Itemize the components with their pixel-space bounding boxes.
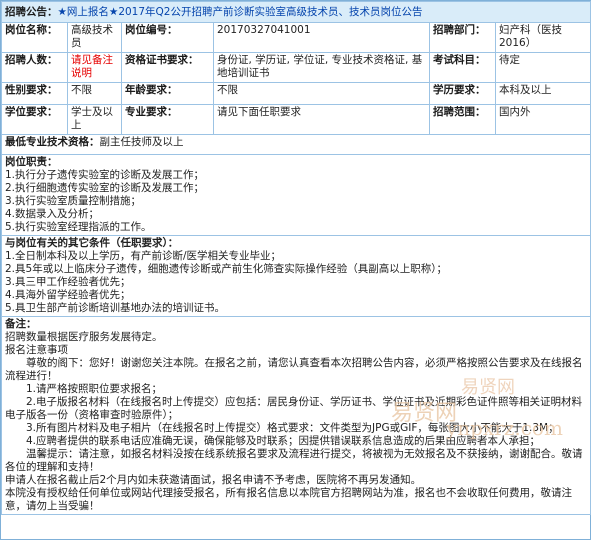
gender-label: 性别要求： (1, 82, 68, 105)
age-label: 年龄要求： (121, 82, 214, 105)
hire-count-label: 招聘人数： (1, 52, 68, 83)
position-name-label: 岗位名称： (1, 22, 68, 53)
row-degree: 学位要求： 学士及以上 专业要求： 请见下面任职要求 招聘范围： 国内外 (1, 104, 591, 135)
major-value: 请见下面任职要求 (213, 104, 430, 135)
requirements-title: 与岗位有关的其它条件（任职要求）： (5, 237, 179, 249)
duty-item: 4.数据录入及分析； (5, 208, 100, 220)
scope-value: 国内外 (495, 104, 591, 135)
watermark-url: ynpxrz.com (446, 416, 563, 440)
department-value: 妇产科（医技2016） (495, 22, 591, 53)
cert-label: 资格证书要求： (121, 52, 214, 83)
note-line: 本院没有授权给任何单位或网站代理接受报名，所有报名信息以本院官方招聘网站为准，报… (5, 487, 572, 512)
announcement-title-link[interactable]: ★网上报名★2017年Q2公开招聘产前诊断实验室高级技术员、技术员岗位公告 (58, 6, 423, 18)
requirement-item: 2.具5年或以上临床分子遗传，细胞遗传诊断或产前生化筛查实际操作经验（具副高以上… (5, 263, 447, 275)
cert-value: 身份证, 学历证, 学位证, 专业技术资格证, 基地培训证书 (213, 52, 430, 83)
age-value: 不限 (213, 82, 430, 105)
watermark-text: 易贤网 (461, 377, 515, 398)
announcement-row: 招聘公告：★网上报名★2017年Q2公开招聘产前诊断实验室高级技术员、技术员岗位… (1, 1, 591, 23)
duty-item: 1.执行分子遗传实验室的诊断及发展工作； (5, 169, 205, 181)
degree-value: 学士及以上 (67, 104, 122, 135)
row-duties: 岗位职责： 1.执行分子遗传实验室的诊断及发展工作； 2.执行细胞遗传实验室的诊… (1, 154, 591, 236)
position-code-value: 20170327041001 (213, 22, 430, 53)
row-requirements: 与岗位有关的其它条件（任职要求）： 1.全日制本科及以上学历，有产前诊断/医学相… (1, 235, 591, 317)
requirement-item: 5.具卫生部产前诊断培训基地办法的培训证书。 (5, 302, 226, 314)
education-value: 本科及以上 (495, 82, 591, 105)
duty-item: 2.执行细胞遗传实验室的诊断及发展工作； (5, 182, 205, 194)
requirement-item: 1.全日制本科及以上学历，有产前诊断/医学相关专业毕业； (5, 250, 282, 262)
note-line: 温馨提示：请注意，如报名材料没按在线系统报名要求及流程进行提交，将被视为无效报名… (5, 448, 583, 473)
notes-title: 备注： (5, 318, 37, 330)
major-label: 专业要求： (121, 104, 214, 135)
job-posting: 招聘公告：★网上报名★2017年Q2公开招聘产前诊断实验室高级技术员、技术员岗位… (0, 0, 591, 540)
degree-label: 学位要求： (1, 104, 68, 135)
row-title: 最低专业技术资格：副主任技师及以上 (1, 134, 591, 155)
row-count: 招聘人数： 请见备注说明 资格证书要求： 身份证, 学历证, 学位证, 专业技术… (1, 52, 591, 83)
requirement-item: 3.具三甲工作经验者优先； (5, 276, 131, 288)
exam-value: 待定 (495, 52, 591, 83)
note-line: 报名注意事项 (5, 344, 68, 356)
announcement-label: 招聘公告： (5, 6, 58, 18)
min-title-label: 最低专业技术资格： (5, 136, 100, 148)
row-position: 岗位名称： 高级技术员 岗位编号： 20170327041001 招聘部门： 妇… (1, 22, 591, 53)
duties-title: 岗位职责： (5, 156, 58, 168)
min-title-value: 副主任技师及以上 (99, 136, 184, 148)
note-line: 招聘数量根据医疗服务发展待定。 (5, 331, 163, 343)
position-code-label: 岗位编号： (121, 22, 214, 53)
note-line: 申请人在报名截止后2个月内如未获邀请面试，报名申请不予考虑，医院将不再另发通知。 (5, 474, 422, 486)
education-label: 学历要求： (429, 82, 496, 105)
row-gender: 性别要求： 不限 年龄要求： 不限 学历要求： 本科及以上 (1, 82, 591, 105)
requirement-item: 4.具海外留学经验者优先； (5, 289, 131, 301)
duty-item: 5.执行实验室经理指派的工作。 (5, 221, 152, 233)
hire-count-value: 请见备注说明 (67, 52, 122, 83)
department-label: 招聘部门： (429, 22, 496, 53)
exam-label: 考试科目： (429, 52, 496, 83)
gender-value: 不限 (67, 82, 122, 105)
position-name-value: 高级技术员 (67, 22, 122, 53)
duty-item: 3.执行实验室质量控制措施； (5, 195, 142, 207)
scope-label: 招聘范围： (429, 104, 496, 135)
